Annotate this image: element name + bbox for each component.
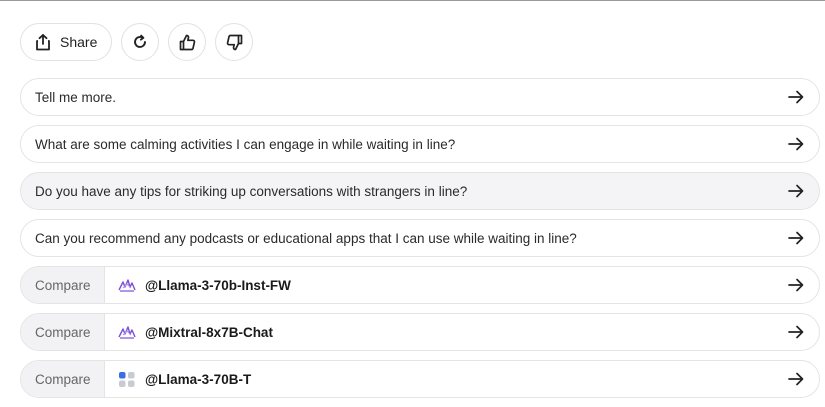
arrow-right-icon	[788, 231, 804, 245]
share-label: Share	[60, 34, 98, 50]
bot-mention: @Mixtral-8x7B-Chat	[105, 324, 273, 340]
refresh-icon	[134, 34, 147, 48]
arrow-right-icon	[788, 137, 804, 151]
bot-mention: @Llama-3-70b-Inst-FW	[105, 277, 291, 293]
bot-name: @Mixtral-8x7B-Chat	[145, 324, 273, 340]
suggestion-text: Tell me more.	[35, 89, 117, 105]
bot-name: @Llama-3-70b-Inst-FW	[145, 277, 291, 293]
suggestion-text: Can you recommend any podcasts or educat…	[35, 230, 577, 246]
arrow-right-icon	[788, 325, 804, 339]
message-actions-toolbar: Share	[20, 23, 254, 61]
suggestion-item[interactable]: Tell me more.	[20, 78, 820, 116]
suggestion-item[interactable]: What are some calming activities I can e…	[20, 125, 820, 163]
top-divider	[0, 0, 825, 1]
suggestion-item[interactable]: Do you have any tips for striking up con…	[20, 172, 820, 210]
dots-grid-icon	[119, 372, 135, 387]
compare-label: Compare	[21, 314, 105, 350]
compare-item[interactable]: Compare @Llama-3-70B-T	[20, 360, 820, 398]
bot-name: @Llama-3-70B-T	[145, 371, 252, 387]
arrow-right-icon	[788, 372, 804, 386]
compare-label: Compare	[21, 361, 105, 397]
compare-item[interactable]: Compare @Mixtral-8x7B-Chat	[20, 313, 820, 351]
thumbs-up-icon	[179, 34, 196, 50]
like-button[interactable]	[168, 23, 207, 61]
suggestion-item[interactable]: Can you recommend any podcasts or educat…	[20, 219, 820, 257]
arrow-right-icon	[788, 184, 804, 198]
arrow-right-icon	[788, 278, 804, 292]
bot-mention: @Llama-3-70B-T	[105, 371, 251, 387]
suggestion-text: What are some calming activities I can e…	[35, 136, 456, 152]
dislike-button[interactable]	[215, 23, 254, 61]
compare-label: Compare	[21, 267, 105, 303]
retry-button[interactable]	[121, 23, 160, 61]
compare-item[interactable]: Compare @Llama-3-70b-Inst-FW	[20, 266, 820, 304]
meta-purple-icon	[118, 279, 136, 292]
meta-purple-icon	[118, 326, 136, 339]
suggestion-text: Do you have any tips for striking up con…	[35, 183, 468, 199]
arrow-right-icon	[788, 90, 804, 104]
share-icon	[36, 33, 50, 50]
thumbs-down-icon	[226, 34, 243, 50]
share-button[interactable]: Share	[20, 23, 113, 61]
follow-up-list: Tell me more. What are some calming acti…	[20, 78, 820, 407]
